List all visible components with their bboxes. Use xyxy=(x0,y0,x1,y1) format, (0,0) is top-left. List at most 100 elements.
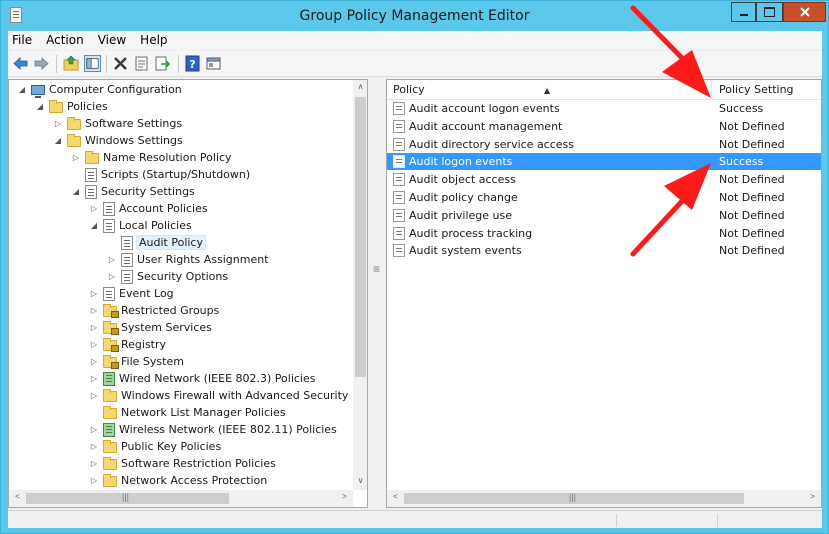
network-icon xyxy=(103,422,115,437)
collapsed-triangle-icon[interactable]: ▷ xyxy=(53,119,63,129)
folder-icon xyxy=(103,440,117,453)
tree-item-network-list-manager[interactable]: Network List Manager Policies xyxy=(89,404,286,421)
tree-item-computer-configuration[interactable]: ◢ Computer Configuration xyxy=(17,81,182,98)
tree-horizontal-scrollbar[interactable]: < ||| > xyxy=(9,490,353,507)
scroll-left-icon[interactable]: < xyxy=(388,492,403,501)
collapsed-triangle-icon[interactable]: ▷ xyxy=(89,442,99,452)
scroll-down-icon[interactable]: ∨ xyxy=(353,476,367,485)
console-tree[interactable]: ◢ Computer Configuration ◢ Policies ▷ So… xyxy=(8,79,368,508)
folder-icon xyxy=(103,474,117,487)
collapsed-triangle-icon[interactable]: ▷ xyxy=(89,323,99,333)
tree-item-software-settings[interactable]: ▷ Software Settings xyxy=(53,115,182,132)
list-row-audit-policy-change[interactable]: Audit policy change Not Defined xyxy=(387,189,821,206)
window-title: Group Policy Management Editor xyxy=(299,8,530,24)
expanded-triangle-icon[interactable]: ◢ xyxy=(53,136,63,146)
collapsed-triangle-icon[interactable]: ▷ xyxy=(89,204,99,214)
tree-item-name-resolution-policy[interactable]: ▷ Name Resolution Policy xyxy=(71,149,232,166)
collapsed-triangle-icon[interactable]: ▷ xyxy=(89,425,99,435)
list-row-audit-account-management[interactable]: Audit account management Not Defined xyxy=(387,118,821,135)
tree-item-wireless-network[interactable]: ▷ Wireless Network (IEEE 802.11) Policie… xyxy=(89,421,337,438)
scroll-grip-icon: ||| xyxy=(569,492,577,502)
back-arrow-icon[interactable] xyxy=(12,55,29,72)
tree-item-scripts[interactable]: Scripts (Startup/Shutdown) xyxy=(71,166,250,183)
up-folder-icon[interactable] xyxy=(63,55,80,72)
list-horizontal-scrollbar[interactable]: < ||| > xyxy=(387,490,821,507)
tree-item-account-policies[interactable]: ▷ Account Policies xyxy=(89,200,208,217)
scroll-right-icon[interactable]: > xyxy=(805,492,820,501)
properties-icon[interactable] xyxy=(133,55,150,72)
policy-icon xyxy=(393,227,405,240)
tree-item-windows-firewall[interactable]: ▷ Windows Firewall with Advanced Securit… xyxy=(89,387,348,404)
pane-splitter[interactable]: ≡ xyxy=(368,79,386,508)
maximize-button[interactable] xyxy=(756,2,783,22)
list-row-audit-system-events[interactable]: Audit system events Not Defined xyxy=(387,242,821,259)
collapsed-triangle-icon[interactable]: ▷ xyxy=(89,459,99,469)
tree-item-restricted-groups[interactable]: ▷ Restricted Groups xyxy=(89,302,219,319)
folder-icon xyxy=(67,134,81,147)
tree-item-user-rights-assignment[interactable]: ▷ User Rights Assignment xyxy=(107,251,269,268)
collapsed-triangle-icon[interactable]: ▷ xyxy=(89,391,99,401)
list-row-audit-account-logon-events[interactable]: Audit account logon events Success xyxy=(387,100,821,117)
view-icon[interactable] xyxy=(205,55,222,72)
tree-item-software-restriction-policies[interactable]: ▷ Software Restriction Policies xyxy=(89,455,276,472)
list-row-audit-process-tracking[interactable]: Audit process tracking Not Defined xyxy=(387,225,821,242)
close-button[interactable] xyxy=(783,2,826,22)
list-row-audit-privilege-use[interactable]: Audit privilege use Not Defined xyxy=(387,207,821,224)
expanded-triangle-icon[interactable]: ◢ xyxy=(89,221,99,231)
show-tree-icon[interactable] xyxy=(84,55,101,72)
export-list-icon[interactable] xyxy=(154,55,171,72)
tree-item-public-key-policies[interactable]: ▷ Public Key Policies xyxy=(89,438,221,455)
expanded-triangle-icon[interactable]: ◢ xyxy=(17,85,27,95)
collapsed-triangle-icon[interactable]: ▷ xyxy=(89,306,99,316)
list-row-audit-logon-events[interactable]: Audit logon events Success xyxy=(387,153,821,170)
menu-help[interactable]: Help xyxy=(133,31,174,49)
tree-item-local-policies[interactable]: ◢ Local Policies xyxy=(89,217,192,234)
column-header-policy-setting[interactable]: Policy Setting xyxy=(713,80,821,100)
expanded-triangle-icon[interactable]: ◢ xyxy=(71,187,81,197)
tree-item-system-services[interactable]: ▷ System Services xyxy=(89,319,212,336)
collapsed-triangle-icon[interactable]: ▷ xyxy=(89,289,99,299)
tree-item-network-access-protection[interactable]: ▷ Network Access Protection xyxy=(89,472,267,489)
menu-action[interactable]: Action xyxy=(39,31,91,49)
collapsed-triangle-icon[interactable]: ▷ xyxy=(89,357,99,367)
tree-item-registry[interactable]: ▷ Registry xyxy=(89,336,166,353)
locked-folder-icon xyxy=(103,355,119,369)
menu-file[interactable]: File xyxy=(8,31,39,49)
scroll-left-icon[interactable]: < xyxy=(10,492,25,501)
list-row-audit-object-access[interactable]: Audit object access Not Defined xyxy=(387,171,821,188)
status-separator xyxy=(616,514,617,527)
tree-item-windows-settings[interactable]: ◢ Windows Settings xyxy=(53,132,183,149)
tree-item-wired-network[interactable]: ▷ Wired Network (IEEE 802.3) Policies xyxy=(89,370,316,387)
scroll-up-icon[interactable]: ∧ xyxy=(353,82,367,91)
tree-vertical-scrollbar[interactable]: ∧ ∨ xyxy=(353,80,367,490)
network-icon xyxy=(103,371,115,386)
forward-arrow-icon[interactable] xyxy=(33,55,50,72)
collapsed-triangle-icon[interactable]: ▷ xyxy=(89,340,99,350)
collapsed-triangle-icon[interactable]: ▷ xyxy=(71,153,81,163)
collapsed-triangle-icon[interactable]: ▷ xyxy=(107,272,117,282)
delete-icon[interactable] xyxy=(112,55,129,72)
policy-list[interactable]: Policy ▲ Policy Setting Audit account lo… xyxy=(386,79,822,508)
minimize-button[interactable] xyxy=(731,2,756,22)
policy-icon xyxy=(393,191,405,204)
tree-item-security-settings[interactable]: ◢ Security Settings xyxy=(71,183,195,200)
tree-vertical-scroll-thumb[interactable] xyxy=(355,97,366,377)
title-bar[interactable]: Group Policy Management Editor xyxy=(1,1,828,31)
tree-item-policies[interactable]: ◢ Policies xyxy=(35,98,108,115)
tree-item-file-system[interactable]: ▷ File System xyxy=(89,353,184,370)
tree-item-event-log[interactable]: ▷ Event Log xyxy=(89,285,174,302)
scroll-right-icon[interactable]: > xyxy=(337,492,352,501)
list-row-audit-directory-service-access[interactable]: Audit directory service access Not Defin… xyxy=(387,136,821,153)
collapsed-triangle-icon[interactable]: ▷ xyxy=(107,255,117,265)
document-icon xyxy=(121,235,133,250)
document-icon xyxy=(121,269,133,284)
collapsed-triangle-icon[interactable]: ▷ xyxy=(89,476,99,486)
menu-bar: File Action View Help xyxy=(8,31,822,49)
menu-view[interactable]: View xyxy=(91,31,133,49)
help-icon[interactable]: ? xyxy=(184,55,201,72)
column-header-policy[interactable]: Policy ▲ xyxy=(387,80,712,100)
tree-item-security-options[interactable]: ▷ Security Options xyxy=(107,268,228,285)
expanded-triangle-icon[interactable]: ◢ xyxy=(35,102,45,112)
collapsed-triangle-icon[interactable]: ▷ xyxy=(89,374,99,384)
tree-item-audit-policy[interactable]: Audit Policy xyxy=(107,234,206,251)
